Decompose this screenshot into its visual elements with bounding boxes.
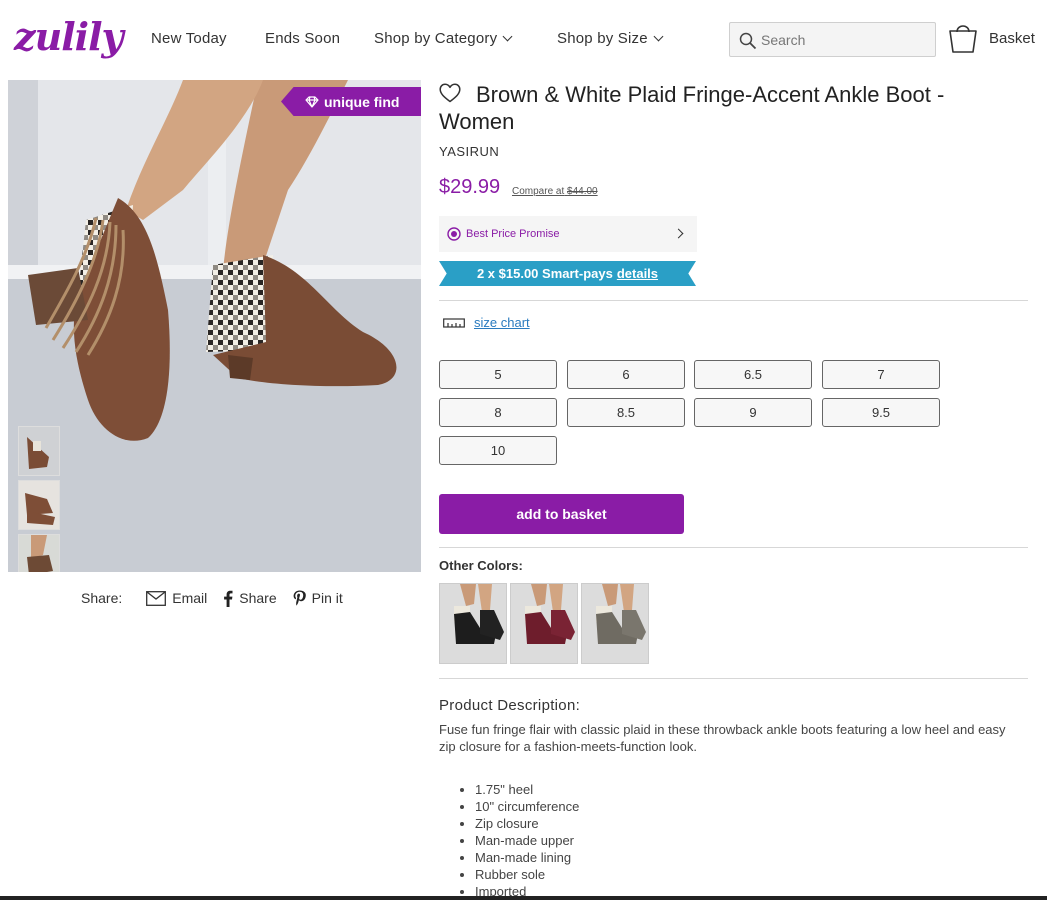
- compare-price[interactable]: Compare at $44.00: [512, 186, 598, 197]
- thumbnail-1[interactable]: [18, 426, 60, 476]
- size-chart-link[interactable]: size chart: [443, 315, 530, 330]
- chevron-down-icon: [502, 31, 513, 42]
- add-to-basket-button[interactable]: add to basket: [439, 494, 684, 534]
- unique-find-badge: unique find: [281, 87, 421, 116]
- product-main-image[interactable]: unique find: [8, 80, 421, 572]
- smartpay-banner: 2 x $15.00 Smart-pays details: [439, 261, 696, 286]
- size-option-10[interactable]: 10: [439, 436, 557, 465]
- share-row: Share: Email Share Pin it: [81, 588, 359, 608]
- share-pinterest-button[interactable]: Pin it: [293, 590, 343, 607]
- facebook-icon: [224, 590, 233, 607]
- ruler-icon: [443, 317, 465, 328]
- basket-icon[interactable]: [948, 20, 978, 54]
- divider: [439, 300, 1028, 301]
- search-icon[interactable]: [739, 32, 757, 50]
- diamond-icon: [305, 95, 319, 108]
- best-price-promise-button[interactable]: Best Price Promise: [439, 216, 697, 252]
- divider: [439, 547, 1028, 548]
- feature-list: 1.75" heel 10" circumference Zip closure…: [475, 781, 579, 900]
- product-title: Brown & White Plaid Fringe-Accent Ankle …: [439, 82, 945, 134]
- search-box: [729, 22, 936, 57]
- chevron-right-icon: [673, 228, 684, 239]
- size-option-5[interactable]: 5: [439, 360, 557, 389]
- size-option-7[interactable]: 7: [822, 360, 940, 389]
- nav-new-today[interactable]: New Today: [151, 30, 227, 47]
- pinterest-icon: [293, 590, 306, 606]
- thumbnail-3[interactable]: [18, 534, 60, 572]
- feature-item: Rubber sole: [475, 866, 579, 883]
- zulily-logo[interactable]: zulily: [14, 14, 124, 59]
- product-brand[interactable]: YASIRUN: [439, 144, 499, 159]
- site-header: zulily New Today Ends Soon Shop by Categ…: [0, 0, 1047, 80]
- chevron-down-icon: [653, 31, 664, 42]
- feature-item: Man-made upper: [475, 832, 579, 849]
- nav-shop-by-size[interactable]: Shop by Size: [557, 30, 664, 47]
- size-option-9[interactable]: 9: [694, 398, 812, 427]
- product-description: Fuse fun fringe flair with classic plaid…: [439, 722, 1006, 754]
- size-option-6-5[interactable]: 6.5: [694, 360, 812, 389]
- share-label: Share:: [81, 590, 123, 606]
- feature-item: Man-made lining: [475, 849, 579, 866]
- price-badge-icon: [447, 227, 461, 241]
- share-email-button[interactable]: Email: [146, 590, 207, 606]
- size-option-8[interactable]: 8: [439, 398, 557, 427]
- thumbnail-2[interactable]: [18, 480, 60, 530]
- feature-item: Zip closure: [475, 815, 579, 832]
- color-swatch-burgundy[interactable]: [510, 583, 578, 664]
- feature-item: 10" circumference: [475, 798, 579, 815]
- search-input[interactable]: [761, 23, 931, 56]
- window-bottom-edge: [0, 896, 1047, 900]
- thumbnail-list: [18, 426, 60, 572]
- email-icon: [146, 590, 167, 606]
- size-option-9-5[interactable]: 9.5: [822, 398, 940, 427]
- size-option-8-5[interactable]: 8.5: [567, 398, 685, 427]
- nav-shop-by-category[interactable]: Shop by Category: [374, 30, 513, 47]
- product-price: $29.99: [439, 176, 501, 198]
- divider: [439, 678, 1028, 679]
- other-colors-label: Other Colors:: [439, 558, 523, 573]
- smartpay-details-link[interactable]: details: [617, 266, 658, 281]
- color-swatch-grey[interactable]: [581, 583, 649, 664]
- nav-ends-soon[interactable]: Ends Soon: [265, 30, 340, 47]
- boot-photo: [8, 80, 421, 572]
- description-heading: Product Description:: [439, 697, 581, 714]
- size-option-6[interactable]: 6: [567, 360, 685, 389]
- basket-label[interactable]: Basket: [989, 30, 1035, 47]
- color-swatch-black[interactable]: [439, 583, 507, 664]
- feature-item: 1.75" heel: [475, 781, 579, 798]
- share-facebook-button[interactable]: Share: [223, 590, 277, 607]
